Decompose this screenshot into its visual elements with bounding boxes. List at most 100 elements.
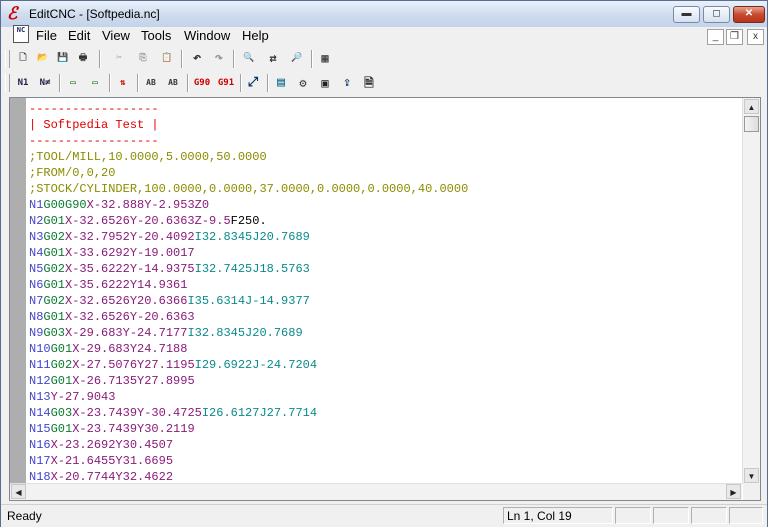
code-token: N1 [29,198,44,212]
open-folder-icon[interactable]: 📂 [33,48,53,68]
insert-spaces-icon[interactable]: ▭ [63,73,83,93]
dnc-icon[interactable]: ▣ [315,73,335,93]
child-close-button[interactable]: x [747,29,764,45]
code-line[interactable]: N4G01X-33.6292Y-19.0017 [29,245,724,261]
new-file-icon[interactable]: 🗋 [13,48,33,68]
calculator-grid-icon[interactable]: ▦ [315,48,335,68]
paste-icon[interactable]: 📋 [157,48,177,68]
replace-icon[interactable]: ⇄ [263,48,283,68]
code-token: G01 [50,374,73,388]
standard-toolbar: 🗋 📂 💾 🖶 ✂ ⎘ 📋 ↶ ↷ 🔍 ⇄ 🔎 ▦ [1,47,341,71]
code-token: I35.6314J-14.9377 [187,294,310,308]
code-line[interactable]: N17X-21.6455Y31.6695 [29,453,724,469]
code-line[interactable]: N3G02X-32.7952Y-20.4092I32.8345J20.7689 [29,229,724,245]
code-line[interactable]: N9G03X-29.683Y-24.7177I32.8345J20.7689 [29,325,724,341]
code-token: G01 [50,422,73,436]
code-line[interactable]: N11G02X-27.5076Y27.1195I29.6922J-24.7204 [29,357,724,373]
g90-icon[interactable]: G90 [191,73,213,93]
code-token: ------------------ [29,134,159,148]
find-icon[interactable]: 🔍 [239,48,259,68]
print-icon[interactable]: 🖶 [73,48,93,68]
window-title: EditCNC - [Softpedia.nc] [29,7,160,21]
renumber-icon[interactable]: N1 [13,73,33,93]
copy-icon[interactable]: ⎘ [133,48,153,68]
scroll-right-button[interactable]: ▶ [726,484,741,499]
code-line[interactable]: | Softpedia Test | [29,117,724,133]
editcnc-window: ℰ EditCNC - [Softpedia.nc] ▬ ◻ ✕ NC File… [0,0,768,527]
transmit-icon[interactable]: ⇪ [337,73,357,93]
code-token: N5 [29,262,44,276]
code-token: G02 [43,230,66,244]
child-minimize-button[interactable]: _ [707,29,724,45]
status-bar: Ready Ln 1, Col 19 [1,504,767,527]
code-line[interactable]: N6G01X-35.6222Y14.9361 [29,277,724,293]
find-next-icon[interactable]: 🔎 [287,48,307,68]
code-line[interactable]: ;TOOL/MILL,10.0000,5.0000,50.0000 [29,149,724,165]
code-token: ;TOOL/MILL,10.0000,5.0000,50.0000 [29,150,267,164]
code-line[interactable]: N18X-20.7744Y32.4622 [29,469,724,484]
code-line[interactable]: N10G01X-29.683Y24.7188 [29,341,724,357]
minimize-button[interactable]: ▬ [673,6,700,23]
document-icon[interactable]: NC [13,25,29,43]
code-line[interactable]: ;STOCK/CYLINDER,100.0000,0.0000,37.0000,… [29,181,724,197]
save-icon[interactable]: 💾 [53,48,73,68]
code-line[interactable]: N1G00G90X-32.888Y-2.953Z0 [29,197,724,213]
vertical-scroll-thumb[interactable] [744,116,759,132]
code-line[interactable]: N8G01X-32.6526Y-20.6363 [29,309,724,325]
close-button[interactable]: ✕ [733,6,765,23]
maximize-button[interactable]: ◻ [703,6,730,23]
code-text-area[interactable]: ------------------ | Softpedia Test | ----… [29,101,724,484]
status-panel [653,507,689,524]
code-line[interactable]: N2G01X-32.6526Y-20.6363Z-9.5F250. [29,213,724,229]
cut-icon[interactable]: ✂ [109,48,129,68]
ab-convert-icon[interactable]: AB [163,73,183,93]
remove-spaces-icon[interactable]: ▭ [85,73,105,93]
resize-grip[interactable] [729,507,763,524]
ab-format-icon[interactable]: AB [141,73,161,93]
toolbar-grip[interactable] [5,74,10,92]
menu-help[interactable]: Help [242,28,269,43]
code-line[interactable]: N5G02X-35.6222Y-14.9375I32.7425J18.5763 [29,261,724,277]
toolbar-separator [137,74,139,92]
code-token: X-35.6222Y-14.9375 [65,262,195,276]
code-line[interactable]: ------------------ [29,133,724,149]
menu-view[interactable]: View [102,28,130,43]
vertical-scrollbar[interactable]: ▲ ▼ [742,98,760,484]
code-line[interactable]: N14G03X-23.7439Y-30.4725I26.6127J27.7714 [29,405,724,421]
scroll-left-button[interactable]: ◀ [11,484,26,499]
menu-file[interactable]: File [36,28,57,43]
calculator-icon[interactable]: ▤ [271,73,291,93]
code-line[interactable]: ;FROM/0,0,20 [29,165,724,181]
menu-tools[interactable]: Tools [141,28,171,43]
toolbar-separator [59,74,61,92]
toolbar-grip[interactable] [5,50,10,68]
code-token: N6 [29,278,44,292]
menu-edit[interactable]: Edit [68,28,90,43]
machine-icon[interactable]: ⚙ [293,73,313,93]
code-token: I29.6922J-24.7204 [194,358,318,372]
redo-icon[interactable]: ↷ [209,48,229,68]
backplot-icon[interactable]: 🗎 [359,73,379,93]
scroll-down-button[interactable]: ▼ [744,468,759,483]
horizontal-scrollbar[interactable]: ◀ ▶ [10,483,742,500]
remove-numbers-icon[interactable]: N≠ [35,73,55,93]
child-restore-button[interactable]: ❐ [726,29,743,45]
scroll-up-button[interactable]: ▲ [744,99,759,114]
sort-icon[interactable]: ⇅ [113,73,133,93]
code-line[interactable]: N12G01X-26.7135Y27.8995 [29,373,724,389]
code-token: N2 [29,214,44,228]
toolbar-separator [233,50,235,68]
code-line[interactable]: ------------------ [29,101,724,117]
line-gutter[interactable] [10,98,26,484]
scale-icon[interactable]: ⤢ [243,73,263,93]
app-logo-icon: ℰ [7,4,18,23]
code-line[interactable]: N13Y-27.9043 [29,389,724,405]
code-editor[interactable]: ------------------ | Softpedia Test | ----… [9,97,761,501]
menu-window[interactable]: Window [184,28,230,43]
code-line[interactable]: N15G01X-23.7439Y30.2119 [29,421,724,437]
undo-icon[interactable]: ↶ [187,48,207,68]
code-line[interactable]: N7G02X-32.6526Y20.6366I35.6314J-14.9377 [29,293,724,309]
g91-icon[interactable]: G91 [215,73,237,93]
code-line[interactable]: N16X-23.2692Y30.4507 [29,437,724,453]
code-token: ------------------ [29,102,159,116]
